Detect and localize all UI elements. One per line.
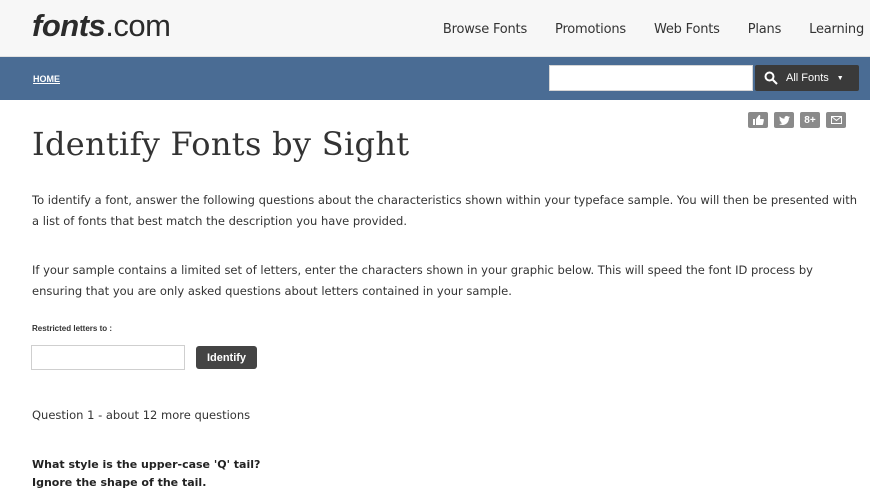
search-icon [764, 71, 778, 85]
question-line-1: What style is the upper-case 'Q' tail? [32, 458, 261, 471]
thumbs-up-icon[interactable] [748, 112, 768, 128]
search-scope-button[interactable]: All Fonts ▼ [755, 65, 859, 91]
mail-icon[interactable] [826, 112, 846, 128]
nav-learning[interactable]: Learning [809, 22, 864, 37]
intro-paragraph: To identify a font, answer the following… [32, 193, 858, 228]
restricted-letters-input[interactable] [31, 345, 185, 370]
search-input[interactable] [549, 65, 753, 91]
google-plus-icon[interactable]: 8+ [800, 112, 820, 128]
nav-plans[interactable]: Plans [748, 22, 782, 37]
caret-down-icon: ▼ [836, 74, 844, 82]
question-text: What style is the upper-case 'Q' tail? I… [32, 456, 260, 492]
logo-text-rest: .com [105, 8, 171, 43]
question-progress: Question 1 - about 12 more questions [32, 408, 251, 422]
page-title: Identify Fonts by Sight [32, 125, 410, 163]
restricted-letters-label: Restricted letters to : [32, 324, 113, 333]
breadcrumb-home[interactable]: HOME [33, 74, 60, 84]
nav-browse-fonts[interactable]: Browse Fonts [443, 22, 527, 37]
restrict-info-paragraph: If your sample contains a limited set of… [32, 263, 813, 298]
main-nav: Browse Fonts Promotions Web Fonts Plans … [415, 22, 864, 37]
identify-button[interactable]: Identify [196, 346, 257, 369]
question-line-2: Ignore the shape of the tail. [32, 476, 207, 489]
top-header: fonts.com Browse Fonts Promotions Web Fo… [0, 0, 870, 57]
search-scope-label: All Fonts [786, 72, 829, 84]
nav-web-fonts[interactable]: Web Fonts [654, 22, 720, 37]
logo-text-main: fonts [32, 8, 106, 43]
twitter-icon[interactable] [774, 112, 794, 128]
fonts-com-logo[interactable]: fonts.com [32, 8, 171, 44]
nav-promotions[interactable]: Promotions [555, 22, 626, 37]
share-buttons: 8+ [748, 112, 846, 128]
search-bar: HOME All Fonts ▼ [0, 57, 870, 100]
